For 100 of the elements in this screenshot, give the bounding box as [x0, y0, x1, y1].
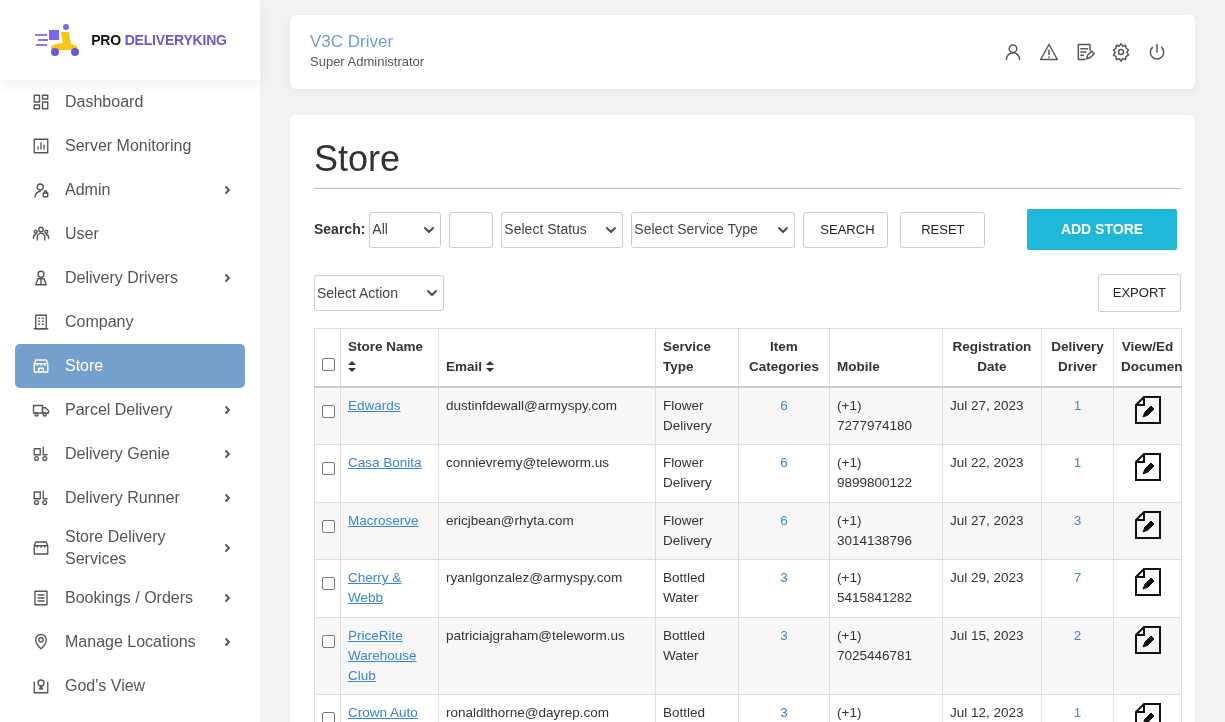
users-icon — [32, 225, 50, 243]
document-icon — [32, 589, 50, 607]
service-type-text: Bottled — [663, 705, 706, 721]
caret-icon — [606, 224, 617, 235]
dashboard-icon — [32, 93, 50, 111]
scooter-icon — [32, 489, 50, 507]
brand-logo-text: PRO DELIVERYKING — [91, 30, 227, 50]
mobile-number-text: 7277974180 — [837, 416, 914, 435]
sidebar-item[interactable]: God's View — [15, 664, 245, 708]
service-type-text: Flower Delivery — [663, 397, 712, 433]
profile-button[interactable] — [1003, 42, 1023, 62]
driver-icon — [32, 269, 50, 287]
email-text: patriciajgraham@teleworm.us — [446, 627, 625, 643]
sidebar-item[interactable]: Parcel Delivery — [15, 388, 245, 432]
mobile-code-text: (+1) — [837, 704, 863, 722]
mobile-number-text: 5415841282 — [837, 589, 914, 608]
email-text: ryanlgonzalez@armyspy.com — [446, 570, 623, 586]
item-categories-count[interactable]: 3 — [780, 705, 788, 721]
delivery-driver-count[interactable]: 2 — [1073, 627, 1082, 643]
edit-document-button[interactable] — [1075, 42, 1095, 62]
row-checkbox[interactable] — [322, 634, 335, 648]
delivery-driver-count[interactable]: 3 — [1073, 512, 1082, 528]
status-dropdown[interactable]: Select Status — [501, 211, 624, 248]
delivery-driver-count[interactable]: 1 — [1073, 397, 1082, 413]
sidebar-item[interactable]: Delivery Drivers — [15, 256, 245, 300]
sidebar-item[interactable]: Manage Locations — [15, 620, 245, 664]
service-type-text: Bottled Water — [663, 627, 706, 663]
page-title: Store — [314, 137, 1181, 190]
delivery-driver-count[interactable]: 1 — [1073, 705, 1082, 721]
delivery-driver-count[interactable]: 7 — [1073, 570, 1082, 586]
edit-document-icon[interactable] — [1134, 510, 1161, 539]
sort-icon[interactable] — [485, 361, 494, 373]
search-label: Search: — [314, 220, 366, 240]
building-icon — [32, 313, 50, 331]
settings-button[interactable] — [1111, 42, 1131, 62]
field-dropdown[interactable]: All — [369, 211, 442, 248]
sidebar-item[interactable]: Company — [15, 300, 245, 344]
chart-icon — [32, 137, 50, 155]
mobile-code-text: (+1) — [837, 511, 863, 530]
mobile-number-text: 7025446781 — [837, 646, 914, 665]
column-header[interactable]: Email — [446, 359, 483, 375]
registration-date-text: Jul 12, 2023 — [950, 705, 1024, 721]
sidebar-item[interactable]: Store Delivery Services — [15, 520, 245, 576]
item-categories-count[interactable]: 3 — [780, 627, 788, 643]
sidebar-item[interactable]: Delivery Genie — [15, 432, 245, 476]
edit-document-icon[interactable] — [1134, 703, 1161, 722]
search-field[interactable] — [449, 211, 494, 248]
registration-date-text: Jul 15, 2023 — [950, 627, 1024, 643]
item-categories-count[interactable]: 6 — [780, 455, 788, 471]
column-header: Item Categories — [749, 339, 819, 375]
edit-document-icon[interactable] — [1134, 625, 1161, 654]
sidebar-item[interactable]: Dashboard — [15, 80, 245, 124]
user-lock-icon — [32, 181, 50, 199]
item-categories-count[interactable]: 6 — [780, 397, 788, 413]
service-type-text: Flower Delivery — [663, 455, 712, 491]
mobile-code-text: (+1) — [837, 396, 863, 415]
edit-document-icon[interactable] — [1134, 395, 1161, 424]
service-type-text: Flower Delivery — [663, 512, 712, 548]
store-name-link[interactable]: Edwards — [348, 395, 401, 416]
service-type-text: Bottled Water — [663, 570, 706, 606]
sort-icon[interactable] — [348, 361, 356, 373]
store-icon — [32, 539, 50, 557]
item-categories-count[interactable]: 3 — [780, 570, 788, 586]
item-categories-count[interactable]: 6 — [780, 512, 788, 528]
row-checkbox[interactable] — [322, 712, 335, 722]
sidebar-item[interactable]: User — [15, 212, 245, 256]
reset-button[interactable]: RESET — [900, 211, 986, 248]
action-dropdown[interactable]: Select Action — [314, 275, 444, 312]
scooter-icon — [32, 445, 50, 463]
power-button[interactable] — [1147, 42, 1167, 62]
map-pin-icon — [32, 677, 50, 695]
export-button[interactable]: EXPORT — [1097, 274, 1181, 313]
mobile-code-text: (+1) — [837, 454, 863, 473]
column-header: Registration Date — [952, 339, 1032, 375]
row-checkbox[interactable] — [322, 519, 335, 533]
row-checkbox[interactable] — [322, 404, 335, 418]
sidebar-item[interactable]: Bookings / Orders — [15, 576, 245, 620]
edit-document-icon[interactable] — [1134, 568, 1161, 597]
registration-date-text: Jul 29, 2023 — [950, 570, 1024, 586]
email-text: ericjbean@rhyta.com — [446, 512, 574, 528]
user-name: V3C Driver — [310, 32, 395, 53]
user-role: Super Administrator — [310, 53, 425, 72]
column-header: Mobile — [837, 359, 880, 375]
warning-button[interactable] — [1039, 42, 1059, 62]
service-type-dropdown[interactable]: Select Service Type — [631, 211, 796, 248]
mobile-code-text: (+1) — [837, 569, 863, 588]
search-button[interactable]: SEARCH — [803, 211, 889, 248]
email-text: connievremy@teleworm.us — [446, 455, 609, 471]
row-checkbox[interactable] — [322, 577, 335, 591]
sidebar-item[interactable]: Delivery Runner — [15, 476, 245, 520]
edit-document-icon[interactable] — [1134, 453, 1161, 482]
row-checkbox[interactable] — [322, 462, 335, 476]
mobile-number-text: 3014138796 — [837, 531, 914, 550]
store-icon — [32, 357, 50, 375]
email-text: ronaldlthorne@dayrep.com — [446, 705, 610, 721]
select-all-checkbox[interactable] — [322, 358, 335, 372]
registration-date-text: Jul 22, 2023 — [950, 455, 1024, 471]
delivery-driver-count[interactable]: 1 — [1073, 455, 1082, 471]
sidebar-item[interactable]: Server Monitoring — [15, 124, 245, 168]
sidebar-item[interactable]: Admin — [15, 168, 245, 212]
